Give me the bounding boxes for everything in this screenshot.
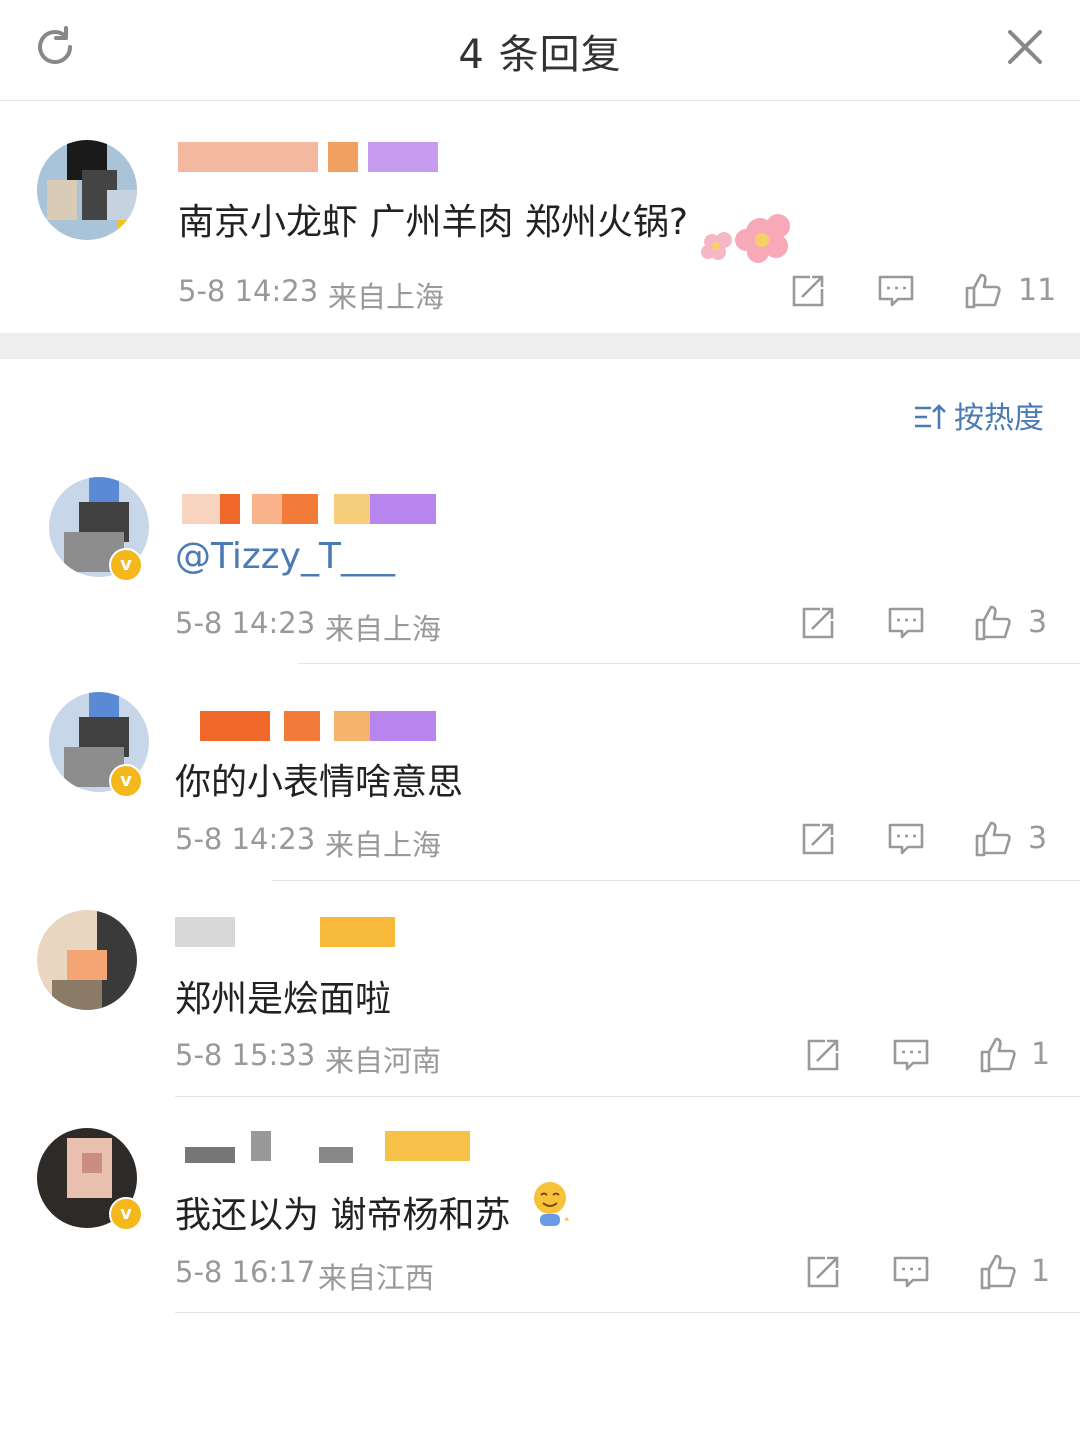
reply-actions: 1 bbox=[803, 1035, 1053, 1079]
comment-content: 南京小龙虾 广州羊肉 郑州火锅? bbox=[178, 202, 688, 243]
reply-content: 你的小表情啥意思 bbox=[175, 762, 464, 803]
verified-badge-icon: v bbox=[109, 1197, 143, 1231]
like-count: 11 bbox=[1018, 273, 1057, 308]
reply-time: 5-8 14:23 bbox=[175, 822, 316, 856]
divider bbox=[298, 663, 1080, 664]
reply-location: 来自上海 bbox=[325, 828, 442, 862]
emoji-sticker-icon bbox=[534, 1182, 569, 1226]
reply-location: 来自江西 bbox=[318, 1261, 435, 1295]
sort-button[interactable]: 按热度 bbox=[912, 393, 1044, 436]
reply-time: 5-8 14:23 bbox=[175, 606, 316, 640]
comment-location: 来自上海 bbox=[328, 280, 445, 314]
comment-time: 5-8 14:23 bbox=[178, 274, 319, 308]
like-icon[interactable] bbox=[972, 603, 1012, 647]
flower-sticker-icon bbox=[701, 214, 790, 263]
divider bbox=[272, 880, 1080, 881]
sort-label: 按热度 bbox=[954, 401, 1044, 436]
reply-location: 来自上海 bbox=[325, 612, 442, 646]
share-icon[interactable] bbox=[788, 271, 828, 315]
username-blurred[interactable] bbox=[182, 494, 438, 524]
reply-content[interactable]: @Tizzy_T___ bbox=[175, 536, 395, 577]
reply-time: 5-8 15:33 bbox=[175, 1038, 316, 1072]
comment-actions: 11 bbox=[788, 271, 1056, 315]
share-icon[interactable] bbox=[803, 1252, 843, 1296]
like-icon[interactable] bbox=[972, 819, 1012, 863]
username-blurred[interactable] bbox=[178, 142, 438, 172]
page-title: 4 条回复 bbox=[458, 32, 622, 78]
reply-actions: 3 bbox=[798, 603, 1048, 647]
comment-icon[interactable] bbox=[891, 1252, 931, 1296]
avatar[interactable] bbox=[37, 910, 137, 1010]
share-icon[interactable] bbox=[798, 603, 838, 647]
comment-icon[interactable] bbox=[886, 603, 926, 647]
avatar[interactable] bbox=[37, 140, 137, 240]
reply-actions: 3 bbox=[798, 819, 1048, 863]
comment-icon[interactable] bbox=[886, 819, 926, 863]
verified-badge-icon: v bbox=[109, 548, 143, 582]
header: 4 条回复 bbox=[0, 0, 1080, 101]
like-count: 3 bbox=[1028, 605, 1048, 640]
like-icon[interactable] bbox=[962, 271, 1002, 315]
sort-icon bbox=[915, 404, 946, 429]
reply-location: 来自河南 bbox=[325, 1044, 442, 1078]
reply-actions: 1 bbox=[803, 1252, 1053, 1296]
username-blurred[interactable] bbox=[175, 917, 395, 947]
close-icon[interactable] bbox=[1000, 22, 1050, 72]
comment-icon[interactable] bbox=[876, 271, 916, 315]
divider bbox=[175, 1096, 1080, 1097]
like-count: 1 bbox=[1031, 1254, 1051, 1289]
reply-time: 5-8 16:17 bbox=[175, 1255, 316, 1289]
divider bbox=[175, 1312, 1080, 1313]
share-icon[interactable] bbox=[798, 819, 838, 863]
like-icon[interactable] bbox=[977, 1252, 1017, 1296]
share-icon[interactable] bbox=[803, 1035, 843, 1079]
reply-content: 郑州是烩面啦 bbox=[175, 979, 392, 1020]
like-count: 1 bbox=[1031, 1037, 1051, 1072]
section-separator bbox=[0, 333, 1080, 359]
username-blurred[interactable] bbox=[182, 711, 438, 741]
comment-icon[interactable] bbox=[891, 1035, 931, 1079]
like-count: 3 bbox=[1028, 821, 1048, 856]
verified-badge-icon: v bbox=[109, 764, 143, 798]
reply-content: 我还以为 谢帝杨和苏 bbox=[175, 1195, 511, 1236]
username-blurred[interactable] bbox=[185, 1131, 470, 1163]
like-icon[interactable] bbox=[977, 1035, 1017, 1079]
